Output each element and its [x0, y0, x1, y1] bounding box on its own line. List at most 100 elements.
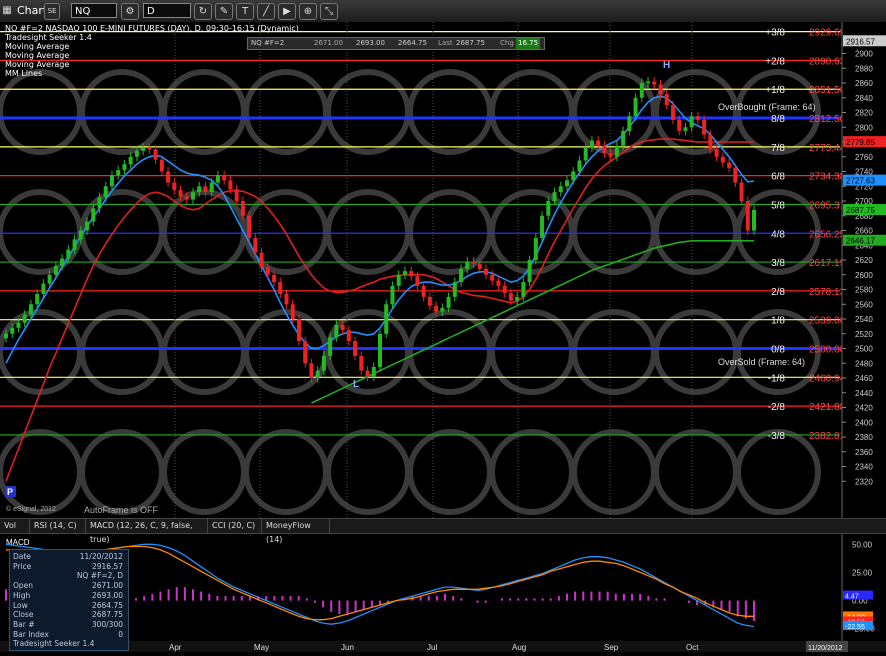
data-window-row: Date 11/20/2012	[13, 552, 125, 561]
candle-body	[109, 175, 114, 187]
candle-body	[4, 333, 8, 339]
candle-body	[91, 208, 96, 222]
y-tick-label: 2600	[855, 271, 873, 280]
candle-body	[184, 196, 189, 200]
tab-rsi[interactable]: RSI (14, C)	[30, 519, 86, 533]
candle-body	[315, 370, 320, 378]
murrey-value: 2812.50	[809, 114, 846, 125]
candle-body	[78, 230, 83, 240]
candle-body	[402, 271, 407, 275]
candle-body	[303, 341, 308, 364]
price-chart-svg[interactable]: +3/8 2929.69 +2/8 2890.63 +1/8 2851.56 8/8 2812…	[0, 22, 886, 652]
tab-moneyflow[interactable]: MoneyFlow (14)	[262, 519, 330, 544]
candle-body	[452, 282, 457, 297]
candle-body	[41, 283, 46, 294]
candle-body	[639, 83, 644, 98]
candle-body	[446, 296, 451, 308]
settings-icon[interactable]: ⚙	[121, 3, 139, 20]
cursor-tool-icon[interactable]: ⤡	[320, 3, 338, 20]
candle-body	[128, 156, 133, 165]
low-marker: L	[353, 379, 359, 390]
candle-body	[390, 285, 395, 305]
overbought-label: OverBought (Frame: 64)	[718, 102, 816, 112]
quote-bar: NQ #F=2 2671.00 2693.00 2664.75 Last 268…	[247, 37, 545, 50]
candle-body	[720, 156, 725, 163]
murrey-value: 2851.56	[809, 85, 846, 96]
data-window-key: Tradesight Seeker 1.4	[13, 639, 95, 649]
current-date-label: 11/20/2012	[808, 645, 843, 652]
tab-cci[interactable]: CCI (20, C)	[208, 519, 262, 533]
refresh-icon[interactable]: ↻	[194, 3, 212, 20]
data-window-row: Bar # 300/300	[13, 620, 125, 629]
price-tag-label: 2779.85	[846, 138, 875, 147]
data-window-row: Price 2916.57	[13, 562, 125, 571]
chart-area[interactable]: +3/8 2929.69 +2/8 2890.63 +1/8 2851.56 8/8 2812…	[0, 22, 886, 656]
y-tick-label: 2340	[855, 463, 873, 472]
legend-line: NQ #F=2 NASDAQ 100 E-MINI FUTURES (DAY),…	[5, 24, 299, 33]
trendline-icon[interactable]: ╱	[257, 3, 275, 20]
candle-body	[627, 116, 632, 131]
y-tick-label: 2580	[855, 286, 873, 295]
candle-body	[521, 282, 526, 297]
macd-value-label: -22.55	[845, 624, 865, 631]
text-tool-icon[interactable]: T	[236, 3, 254, 20]
candle-body	[670, 105, 675, 120]
murrey-label: 2/8	[771, 287, 785, 298]
y-tick-label: 2380	[855, 433, 873, 442]
y-tick-label: 2900	[855, 50, 873, 59]
candle-body	[434, 305, 439, 312]
candle-body	[371, 366, 376, 377]
data-window-key: Price	[13, 561, 32, 571]
replay-icon[interactable]: ▶	[278, 3, 296, 20]
candle-body	[752, 209, 756, 231]
candle-body	[247, 215, 252, 238]
draw-pencil-icon[interactable]: ✎	[215, 3, 233, 20]
macd-tick-label: 25.00	[852, 568, 873, 577]
candle-body	[602, 145, 607, 154]
candle-body	[53, 265, 58, 275]
candle-body	[689, 116, 694, 128]
month-label: May	[254, 643, 269, 652]
quote-chg: 16.75	[516, 38, 541, 49]
price-tag-label: 2687.75	[846, 206, 875, 215]
candle-body	[427, 296, 432, 306]
candle-body	[440, 307, 445, 312]
candle-body	[284, 293, 289, 305]
candle-body	[321, 355, 326, 371]
candle-body	[552, 192, 557, 201]
p-marker: P	[7, 487, 13, 497]
candle-body	[240, 201, 245, 216]
candle-body	[652, 81, 657, 85]
murrey-value: 2460.94	[809, 373, 846, 384]
candle-body	[708, 134, 713, 150]
y-tick-label: 2860	[855, 79, 873, 88]
zoom-icon[interactable]: ⊕	[299, 3, 317, 20]
candle-body	[496, 280, 501, 286]
murrey-value: 2382.81	[809, 431, 846, 442]
app-label: Chart	[17, 4, 48, 17]
candle-body	[122, 164, 127, 171]
symbol-input[interactable]: NQ #F=2	[71, 3, 117, 32]
month-label: Jun	[341, 643, 354, 652]
data-window-key: High	[13, 590, 31, 600]
candle-body	[614, 145, 619, 157]
autoframe-label: AutoFrame is OFF	[84, 505, 159, 515]
murrey-label: +3/8	[765, 28, 785, 39]
y-tick-label: 2320	[855, 477, 873, 486]
y-tick-label: 2760	[855, 153, 873, 162]
tab-vol[interactable]: Vol	[0, 519, 30, 533]
tab-macd[interactable]: MACD (12, 26, C, 9, false, true)	[86, 519, 208, 544]
interval-input[interactable]: D	[143, 3, 191, 18]
se-badge[interactable]: SE	[44, 3, 60, 20]
candle-body	[222, 175, 227, 181]
data-window-value: 300/300	[91, 619, 123, 629]
murrey-label: -2/8	[768, 402, 786, 413]
candle-body	[259, 252, 264, 268]
candle-body	[621, 130, 626, 146]
candle-body	[228, 180, 233, 190]
candle-body	[396, 274, 401, 286]
murrey-value: 2695.31	[809, 200, 846, 211]
candle-body	[309, 363, 314, 378]
candle-body	[278, 282, 283, 294]
data-window-row: Bar Index 0	[13, 630, 125, 639]
